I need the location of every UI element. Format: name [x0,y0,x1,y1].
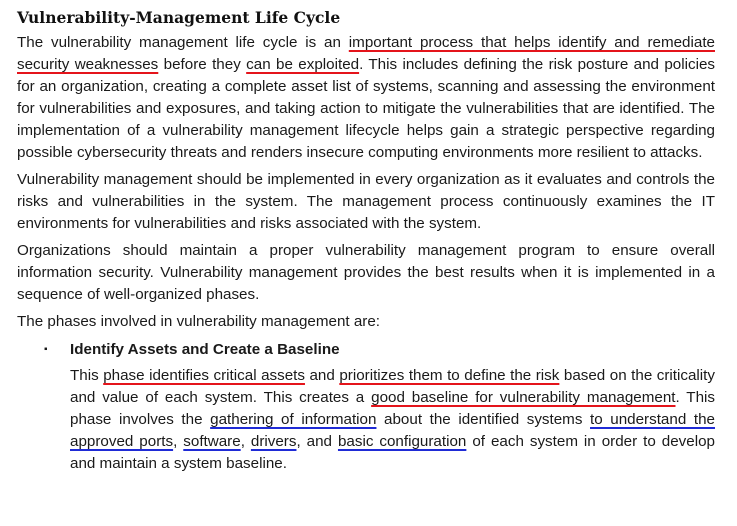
paragraph-implementation: Vulnerability management should be imple… [17,171,715,232]
text-run: , [173,433,184,450]
blue-underlined-phrase: basic configuration [337,433,467,450]
red-underlined-phrase: can be exploited [246,56,360,73]
section-title: Vulnerability-Management Life Cycle [17,8,341,27]
paragraph-identify-assets: This phase identifies critical assets an… [70,365,715,475]
paragraph-program: Organizations should maintain a proper v… [17,242,715,303]
text-run: The vulnerability management life cycle … [17,34,349,51]
text-run: about the identified systems [376,411,591,428]
blue-underlined-phrase: software [183,433,241,450]
blue-underlined-phrase: drivers [250,433,297,450]
red-underlined-phrase: prioritizes them to define the risk [339,367,560,384]
red-underlined-phrase: phase identifies critical assets [103,367,305,384]
bullet-item: ▪ Identify Assets and Create a Baseline [44,339,715,361]
text-run: before they [158,56,247,73]
paragraph-intro: The vulnerability management life cycle … [17,32,715,164]
text-run: , [240,433,251,450]
text-run: and [304,367,340,384]
red-underlined-phrase: good baseline for vulnerability manageme… [371,389,676,406]
blue-underlined-phrase: gathering of information [210,411,377,428]
square-bullet-icon: ▪ [44,344,48,355]
paragraph-phases-intro: The phases involved in vulnerability man… [17,313,381,330]
document-page: Vulnerability-Management Life Cycle The … [17,8,715,480]
bullet-heading: Identify Assets and Create a Baseline [70,341,340,358]
text-run: , and [296,433,338,450]
text-run: This [70,367,104,384]
